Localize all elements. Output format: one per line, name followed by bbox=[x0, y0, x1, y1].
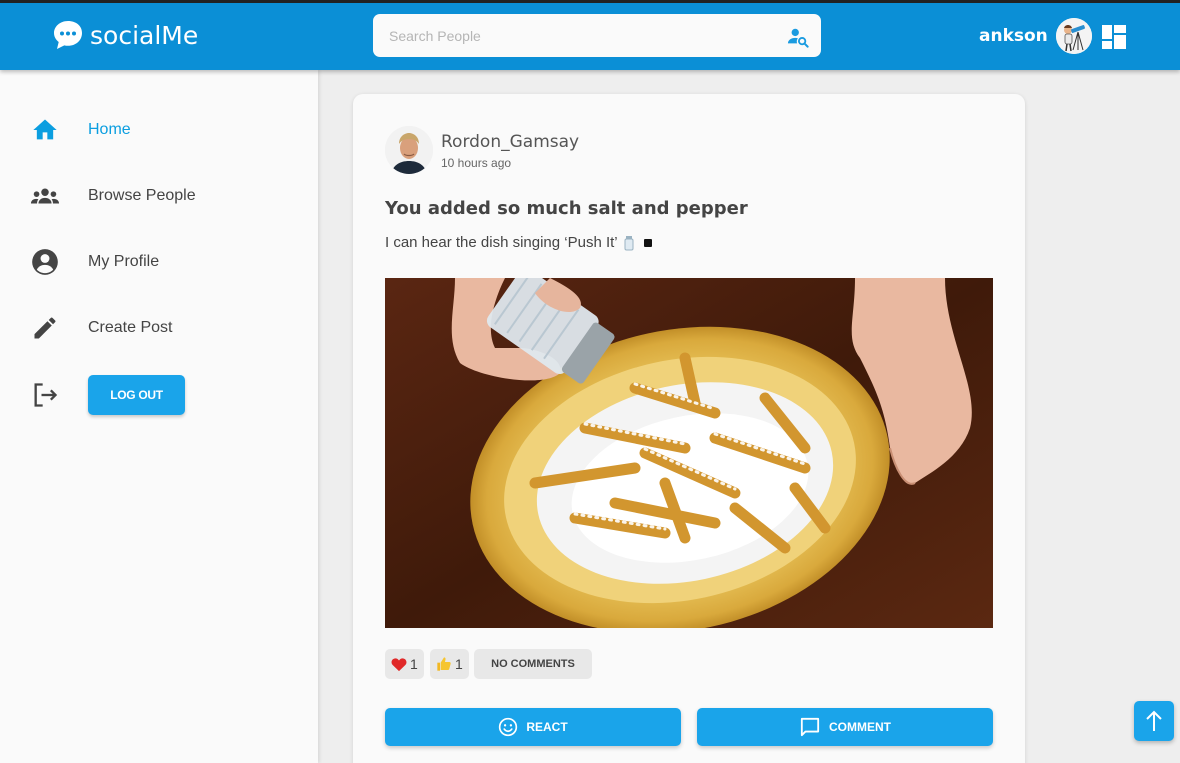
sidebar-item-label: Create Post bbox=[88, 319, 173, 336]
sidebar: Home Browse People My Profile Create Pos… bbox=[0, 70, 318, 763]
post-body: I can hear the dish singing ‘Push It’ bbox=[385, 234, 656, 251]
search-bar[interactable]: Search People bbox=[373, 14, 821, 57]
salt-shaker-icon bbox=[624, 235, 634, 250]
people-icon bbox=[30, 181, 60, 211]
react-button-label: REACT bbox=[526, 720, 568, 734]
scroll-to-top-button[interactable] bbox=[1134, 701, 1174, 741]
post-title: You added so much salt and pepper bbox=[385, 198, 748, 219]
sidebar-item-label: My Profile bbox=[88, 253, 160, 270]
black-square-icon bbox=[643, 238, 652, 247]
sidebar-item-home[interactable]: Home bbox=[30, 110, 310, 150]
logout-icon bbox=[30, 380, 60, 410]
sidebar-item-my-profile[interactable]: My Profile bbox=[30, 242, 310, 282]
top-bar: socialMe Search People ankson bbox=[0, 0, 1180, 70]
sidebar-item-create-post[interactable]: Create Post bbox=[30, 308, 310, 348]
author-name[interactable]: Rordon_Gamsay bbox=[441, 132, 579, 152]
post-card: Rordon_Gamsay 10 hours ago You added so … bbox=[353, 94, 1025, 763]
heart-icon bbox=[391, 657, 407, 671]
heart-count: 1 bbox=[410, 656, 418, 672]
author-avatar[interactable] bbox=[385, 126, 433, 174]
username: ankson bbox=[979, 26, 1048, 46]
arrow-up-icon bbox=[1146, 710, 1162, 731]
pencil-icon bbox=[30, 313, 60, 343]
post-image[interactable] bbox=[385, 278, 993, 628]
comments-count-button[interactable]: NO COMMENTS bbox=[474, 649, 592, 679]
person-search-icon[interactable] bbox=[787, 26, 809, 48]
search-input[interactable]: Search People bbox=[389, 28, 481, 44]
fries-with-salt-photo bbox=[385, 278, 993, 628]
thumbs-up-count: 1 bbox=[455, 656, 463, 672]
dashboard-icon[interactable] bbox=[1101, 24, 1127, 50]
comment-button-label: COMMENT bbox=[829, 720, 891, 734]
sidebar-item-label: Home bbox=[88, 121, 131, 138]
author-portrait-icon bbox=[385, 126, 433, 174]
sidebar-item-browse-people[interactable]: Browse People bbox=[30, 176, 310, 216]
smiley-icon bbox=[499, 717, 518, 737]
react-button[interactable]: REACT bbox=[385, 708, 681, 746]
post-body-text: I can hear the dish singing ‘Push It’ bbox=[385, 234, 618, 251]
brand[interactable]: socialMe bbox=[52, 19, 198, 51]
user-avatar[interactable] bbox=[1055, 18, 1092, 54]
comment-button[interactable]: COMMENT bbox=[697, 708, 993, 746]
user-menu[interactable]: ankson bbox=[979, 18, 1092, 54]
comment-icon bbox=[800, 717, 820, 737]
reaction-heart[interactable]: 1 bbox=[385, 649, 424, 679]
thumbs-up-icon bbox=[437, 657, 451, 671]
telescope-person-avatar-icon bbox=[1055, 18, 1092, 54]
home-icon bbox=[30, 115, 60, 145]
logout-button[interactable]: LOG OUT bbox=[88, 375, 185, 415]
sidebar-item-logout: LOG OUT bbox=[30, 375, 310, 415]
chat-bubble-logo-icon bbox=[54, 21, 82, 49]
app-name: socialMe bbox=[90, 20, 199, 50]
account-circle-icon bbox=[30, 247, 60, 277]
reaction-thumbs-up[interactable]: 1 bbox=[430, 649, 469, 679]
post-timestamp: 10 hours ago bbox=[441, 156, 512, 170]
sidebar-item-label: Browse People bbox=[88, 187, 196, 204]
